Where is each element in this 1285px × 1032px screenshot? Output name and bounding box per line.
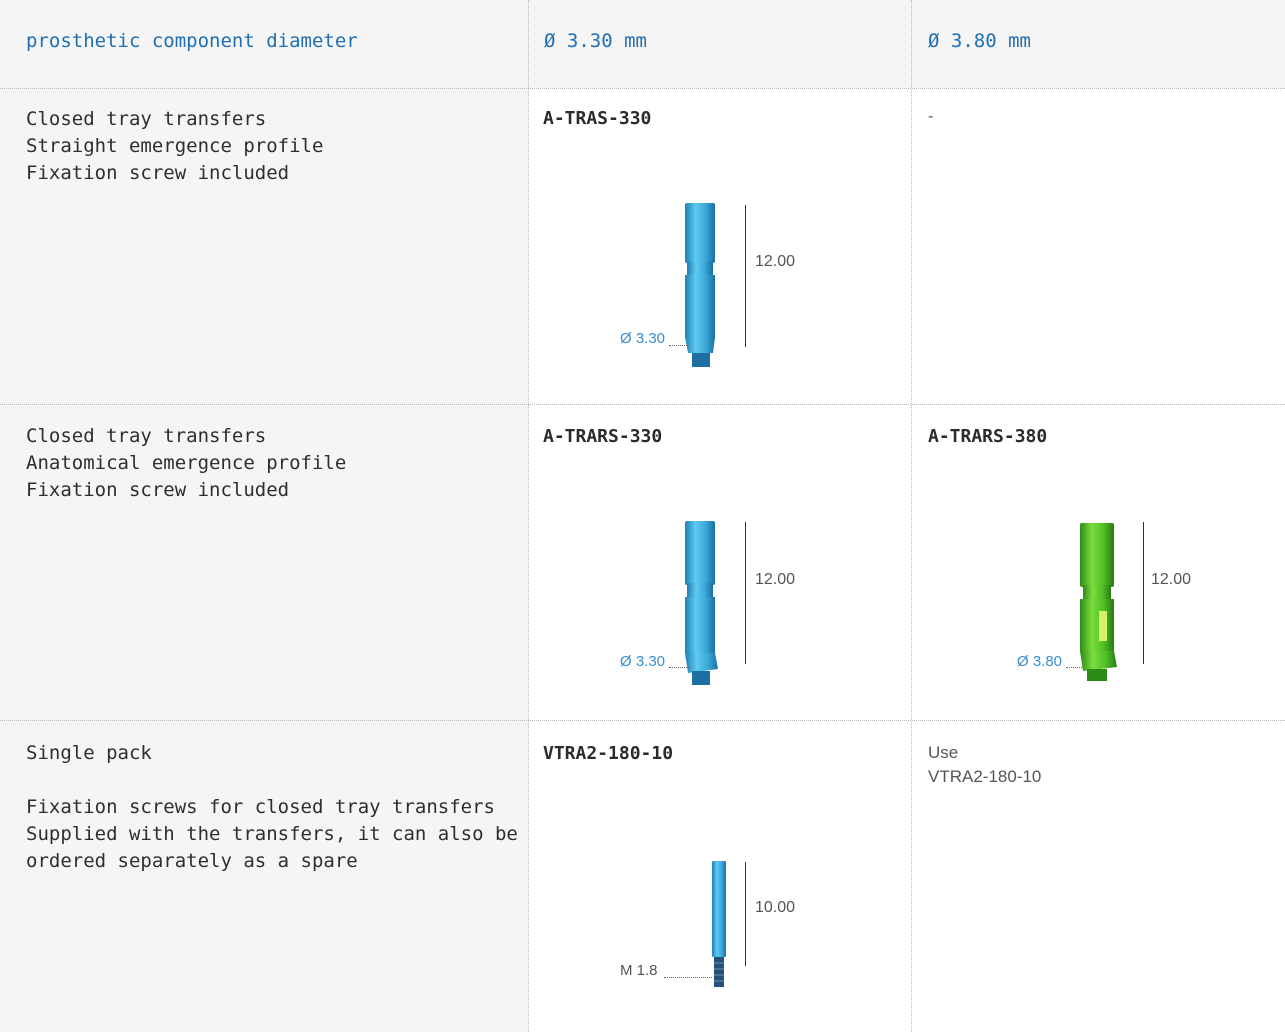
description-line: Supplied with the transfers, it can also… bbox=[26, 823, 518, 845]
length-label: 12.00 bbox=[755, 253, 796, 270]
description-line: Closed tray transfers bbox=[26, 425, 267, 447]
diameter-label: Ø 3.30 bbox=[620, 330, 666, 347]
product-table: prosthetic component diameter Ø 3.30 mm … bbox=[0, 0, 1285, 1032]
row-3-description: Single pack Fixation screws for closed t… bbox=[26, 740, 518, 875]
row-2-description: Closed tray transfers Anatomical emergen… bbox=[26, 423, 516, 504]
row-divider bbox=[0, 88, 1285, 89]
row-divider bbox=[0, 720, 1285, 721]
length-label: 12.00 bbox=[1151, 571, 1192, 588]
transfer-a-trars-380-image bbox=[1080, 523, 1117, 681]
length-dimension-line bbox=[745, 522, 746, 664]
diameter-label: Ø 3.30 bbox=[620, 653, 666, 670]
length-label: 12.00 bbox=[755, 571, 796, 588]
header-diameter-330: Ø 3.30 mm bbox=[544, 30, 647, 52]
length-dimension-line bbox=[745, 862, 746, 966]
substitute-note: Use VTRA2-180-10 bbox=[928, 741, 1041, 789]
diameter-leader bbox=[1066, 667, 1084, 668]
product-code: A-TRAS-330 bbox=[543, 108, 652, 129]
length-dimension-line bbox=[745, 205, 746, 347]
description-line: Closed tray transfers bbox=[26, 108, 267, 130]
description-line: Single pack bbox=[26, 742, 152, 764]
row-divider bbox=[0, 404, 1285, 405]
diameter-label: Ø 3.80 bbox=[1017, 653, 1063, 670]
substitute-note-line: VTRA2-180-10 bbox=[928, 767, 1042, 786]
description-line: Fixation screw included bbox=[26, 162, 290, 184]
description-line: ordered separately as a spare bbox=[26, 850, 358, 872]
product-code: A-TRARS-330 bbox=[543, 426, 663, 447]
not-available-dash: - bbox=[928, 108, 934, 125]
description-line: Straight emergence profile bbox=[26, 135, 324, 157]
product-code: A-TRARS-380 bbox=[928, 426, 1048, 447]
description-line: Fixation screw included bbox=[26, 479, 290, 501]
product-code: VTRA2-180-10 bbox=[543, 743, 674, 764]
transfer-a-trars-330-image bbox=[685, 521, 718, 685]
header-diameter-380: Ø 3.80 mm bbox=[928, 30, 1031, 52]
substitute-note-line: Use bbox=[928, 743, 959, 762]
thread-label: M 1.8 bbox=[620, 962, 658, 979]
description-line: Fixation screws for closed tray transfer… bbox=[26, 796, 495, 818]
description-line: Anatomical emergence profile bbox=[26, 452, 347, 474]
fixation-screw-image bbox=[712, 861, 726, 987]
transfer-a-tras-330-image bbox=[685, 203, 715, 367]
description-column-background bbox=[0, 88, 528, 1032]
column-divider bbox=[528, 0, 529, 1032]
column-divider bbox=[911, 0, 912, 1032]
row-1-description: Closed tray transfers Straight emergence… bbox=[26, 106, 516, 187]
length-label: 10.00 bbox=[755, 899, 796, 916]
diameter-leader bbox=[669, 667, 689, 668]
header-label: prosthetic component diameter bbox=[26, 30, 358, 52]
diameter-leader bbox=[669, 345, 689, 346]
length-dimension-line bbox=[1143, 522, 1144, 664]
thread-leader bbox=[664, 977, 712, 978]
description-line bbox=[26, 767, 516, 794]
